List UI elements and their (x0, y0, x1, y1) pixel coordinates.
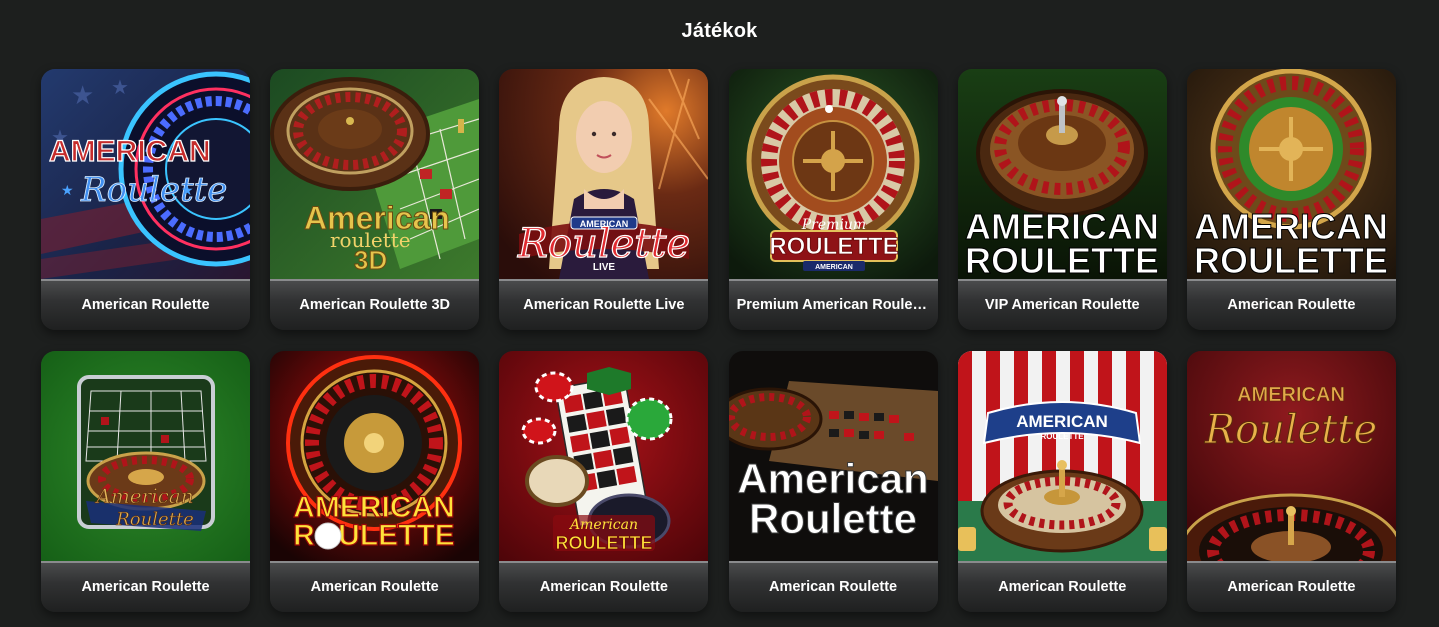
game-thumbnail: AMERICAN ROULETTE (1186, 69, 1396, 279)
game-title: American Roulette 3D (299, 297, 451, 313)
game-label-bar: American Roulette (499, 561, 709, 612)
game-title: American Roulette (81, 579, 210, 595)
game-thumbnail: AMERICAN ROULETTE (957, 351, 1167, 561)
game-title: VIP American Roulette (984, 297, 1140, 313)
art-badge: 3D (354, 245, 387, 275)
art-badge: LIVE (593, 262, 616, 273)
game-thumbnail: Premium ROULETTE AMERICAN (728, 69, 938, 279)
game-thumbnail: AMERICAN ROULETTE (957, 69, 1167, 279)
game-thumbnail: AMERICAN ROULETTE (270, 351, 480, 561)
game-title: American Roulette (1227, 297, 1356, 313)
game-label-bar: American Roulette (41, 561, 250, 612)
game-card[interactable]: American Roulette American Roulette (41, 351, 250, 612)
game-label-bar: American Roulette Live (499, 279, 709, 330)
game-thumbnail: American Roulette (728, 351, 938, 561)
game-card[interactable]: AMERICAN ROULETTE American Roulette (957, 351, 1167, 612)
section-title: Játékok (681, 20, 758, 42)
game-title: American Roulette (81, 297, 210, 313)
art-subtitle: Roulette (115, 509, 194, 530)
game-card[interactable]: AMERICAN Roulette LIVE American Roulette… (499, 69, 709, 330)
game-card[interactable]: American roulette 3D American Roulette 3… (270, 69, 480, 330)
game-thumbnail: AMERICAN Roulette LIVE (499, 69, 709, 279)
art-subtitle: ROULETTE (556, 533, 653, 553)
game-card[interactable]: AMERICAN ROULETTE VIP American Roulette (957, 69, 1167, 330)
game-card[interactable]: Premium ROULETTE AMERICAN Premium Americ… (728, 69, 938, 330)
game-label-bar: American Roulette (270, 561, 480, 612)
art-subtitle: ROULETTE (1194, 240, 1388, 279)
art-title: AMERICAN (49, 135, 211, 168)
game-label-bar: VIP American Roulette (957, 279, 1167, 330)
game-title: American Roulette Live (523, 297, 685, 313)
game-card[interactable]: AMERICAN ROULETTE American Roulette (1186, 69, 1396, 330)
svg-text:★: ★ (61, 182, 74, 198)
game-thumbnail: ★ ★ ★ AMERICAN Roulette ★ ★ (41, 69, 250, 279)
game-label-bar: American Roulette (1186, 279, 1396, 330)
game-label-bar: American Roulette 3D (270, 279, 480, 330)
art-badge: AMERICAN (815, 264, 853, 271)
art-title: AMERICAN (1016, 412, 1108, 431)
art-title: American (94, 484, 193, 508)
game-title: American Roulette (769, 579, 898, 595)
art-title: American (568, 517, 638, 533)
game-card[interactable]: ★ ★ ★ AMERICAN Roulette ★ ★ American Rou… (41, 69, 250, 330)
art-subtitle: ROULETTE (769, 233, 898, 260)
art-subtitle: Roulette (517, 221, 690, 267)
art-subtitle: Roulette (80, 170, 227, 210)
art-subtitle: ROULETTE (965, 240, 1159, 279)
art-subtitle: Roulette (1204, 407, 1377, 453)
art-title: AMERICAN (1237, 384, 1345, 406)
art-subtitle: Roulette (749, 495, 917, 542)
game-title: American Roulette (539, 579, 668, 595)
game-thumbnail: American ROULETTE (499, 351, 709, 561)
svg-text:★: ★ (181, 182, 194, 198)
art-subtitle: ROULETTE (1040, 432, 1084, 441)
game-label-bar: American Roulette (1186, 561, 1396, 612)
game-label-bar: American Roulette (957, 561, 1167, 612)
game-title: American Roulette (1227, 579, 1356, 595)
game-label-bar: American Roulette (728, 561, 938, 612)
game-title: Premium American Roulette (736, 297, 930, 313)
game-thumbnail: American roulette 3D (270, 69, 480, 279)
game-card[interactable]: AMERICAN ROULETTE American Roulette (270, 351, 480, 612)
game-label-bar: Premium American Roulette (728, 279, 938, 330)
game-thumbnail: American Roulette (41, 351, 250, 561)
game-title: American Roulette (998, 579, 1127, 595)
svg-text:★: ★ (71, 80, 94, 110)
svg-text:★: ★ (111, 77, 129, 99)
game-title: American Roulette (310, 579, 439, 595)
game-thumbnail: AMERICAN Roulette (1186, 351, 1396, 561)
game-card[interactable]: American Roulette American Roulette (728, 351, 938, 612)
game-card[interactable]: AMERICAN Roulette American Roulette (1186, 351, 1396, 612)
games-page: Játékok ★ ★ ★ AMERICAN Roulette ★ ★ Amer… (0, 0, 1439, 627)
game-label-bar: American Roulette (41, 279, 250, 330)
games-grid: ★ ★ ★ AMERICAN Roulette ★ ★ American Rou… (41, 69, 1396, 612)
game-card[interactable]: American ROULETTE American Roulette (499, 351, 709, 612)
art-title: Premium (800, 217, 865, 233)
